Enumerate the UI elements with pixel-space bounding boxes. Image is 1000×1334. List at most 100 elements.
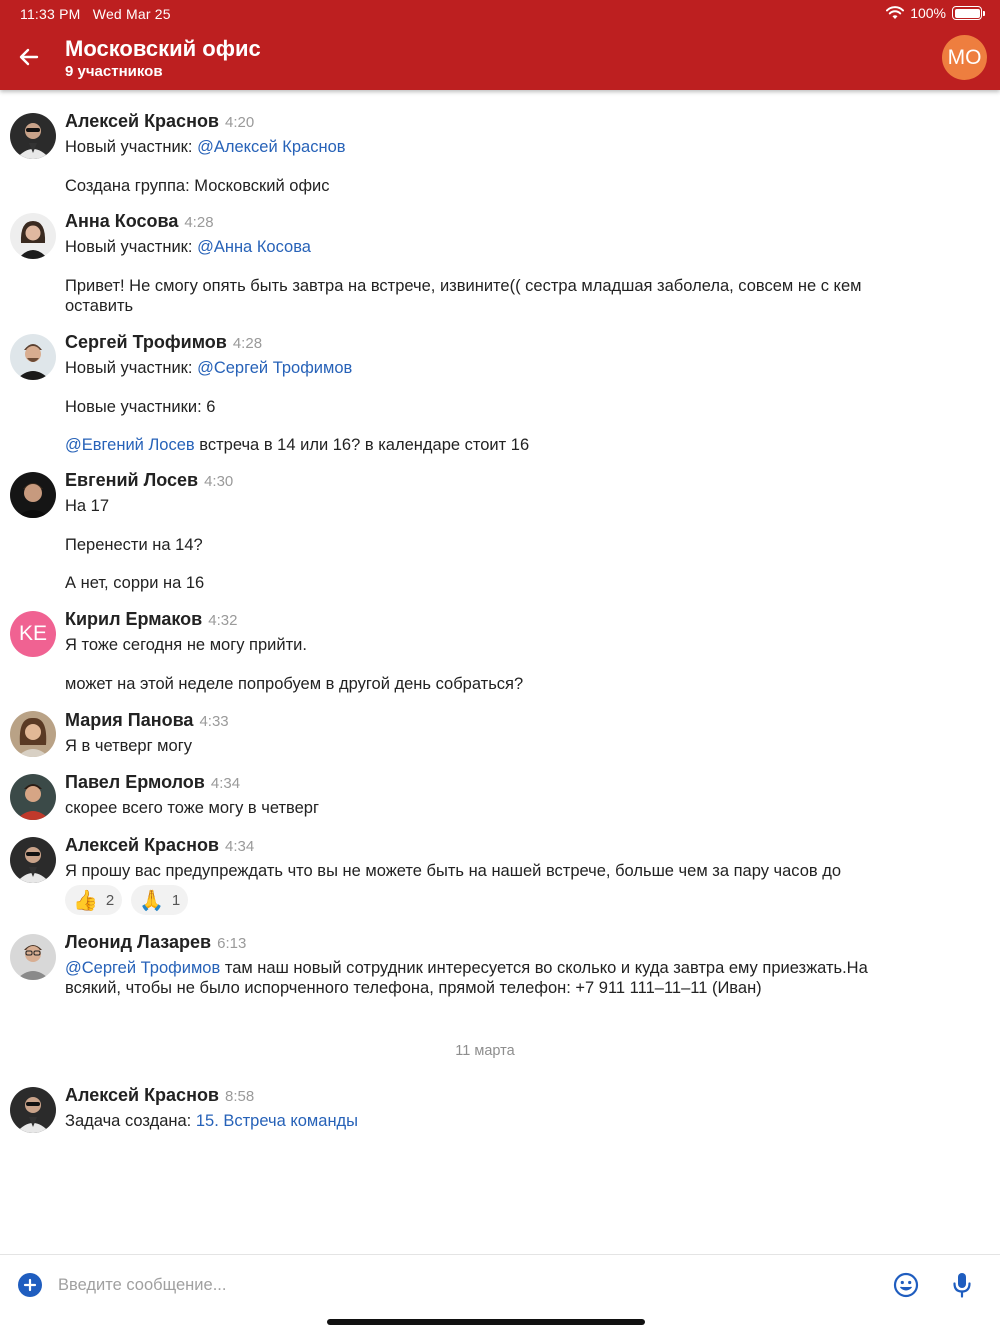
text-body: встреча в 14 или 16? в календаре стоит 1… [194, 436, 530, 454]
sender-name[interactable]: Алексей Краснов 4:20 [65, 111, 254, 132]
user-photo-icon [10, 934, 56, 980]
avatar[interactable] [10, 213, 56, 259]
sender-name[interactable]: Леонид Лазарев 6:13 [65, 932, 246, 953]
avatar[interactable] [10, 1087, 56, 1133]
message-text: Создана группа: Московский офис [65, 177, 330, 195]
user-photo-icon [10, 334, 56, 380]
message-text: Привет! Не смогу опять быть завтра на вс… [65, 277, 862, 315]
group-avatar[interactable]: МО [942, 35, 987, 80]
add-attachment-button[interactable] [18, 1273, 42, 1297]
message-time: 4:32 [208, 612, 238, 629]
emoji-button[interactable] [893, 1272, 919, 1298]
avatar[interactable] [10, 711, 56, 757]
message-text: @Евгений Лосев встреча в 14 или 16? в ка… [65, 435, 925, 455]
message-text: А нет, сорри на 16 [65, 574, 205, 592]
message-time: 4:34 [210, 775, 241, 792]
message-time: 4:30 [204, 473, 234, 490]
mention-link[interactable]: @Сергей Трофимов [197, 359, 352, 377]
mention-link[interactable]: @Алексей Краснов [197, 138, 345, 156]
plus-circle-icon [23, 1278, 37, 1292]
message-input[interactable] [58, 1272, 858, 1298]
avatar[interactable] [10, 934, 56, 980]
text-prefix: Задача создана: [65, 1112, 196, 1130]
sender-name[interactable]: Анна Косова 4:28 [65, 211, 214, 232]
sender-name[interactable]: Павел Ермолов 4:34 [65, 772, 240, 793]
message-time: 4:28 [232, 335, 263, 352]
message-text: Новый участник: @Анна Косова [65, 237, 925, 257]
status-indicators: 100% [886, 5, 985, 21]
sender-label: Кирил Ермаков [65, 609, 203, 629]
status-bar: 11:33 PM Wed Mar 25 100% [0, 0, 1000, 28]
message-time: 4:34 [225, 838, 255, 855]
mention-link[interactable]: @Евгений Лосев [65, 436, 195, 454]
reaction-thumbs-up[interactable]: 👍 2 [65, 885, 123, 915]
task-link[interactable]: 15. Встреча команды [196, 1112, 358, 1130]
text-prefix: Новый участник: [65, 138, 198, 156]
reaction-count: 1 [171, 891, 181, 909]
avatar[interactable] [10, 334, 56, 380]
wifi-icon [886, 6, 905, 19]
message-text: скорее всего тоже могу в четверг [65, 799, 319, 817]
user-photo-icon [10, 1087, 56, 1133]
avatar[interactable] [10, 472, 56, 518]
reaction-pray[interactable]: 🙏 1 [131, 885, 189, 915]
sender-label: Алексей Краснов [65, 1085, 220, 1105]
arrow-left-icon [19, 48, 39, 66]
sender-label: Анна Косова [65, 211, 179, 231]
sender-name[interactable]: Сергей Трофимов 4:28 [65, 332, 262, 353]
sender-label: Алексей Краснов [65, 111, 220, 131]
message-text: @Сергей Трофимов там наш новый сотрудник… [65, 958, 905, 998]
text-prefix: Новый участник: [65, 238, 198, 256]
message-text: Я тоже сегодня не могу прийти. [65, 636, 307, 654]
pray-hands-icon: 🙏 [139, 889, 164, 912]
date-text: Wed Mar 25 [92, 6, 171, 22]
date-divider: 11 марта [455, 1043, 515, 1059]
status-time: 11:33 PM Wed Mar 25 [20, 6, 171, 22]
battery-percent: 100% [910, 5, 946, 21]
text-prefix: Новый участник: [65, 359, 198, 377]
sender-label: Евгений Лосев [65, 470, 199, 490]
sender-label: Сергей Трофимов [65, 332, 227, 352]
message-text: Я прошу вас предупреждать что вы не може… [65, 862, 842, 880]
battery-icon [952, 6, 985, 20]
message-time: 8:58 [225, 1088, 255, 1105]
sender-name[interactable]: Евгений Лосев 4:30 [65, 470, 233, 491]
avatar[interactable] [10, 837, 56, 883]
user-photo-icon [10, 113, 56, 159]
message-text: может на этой неделе попробуем в другой … [65, 675, 524, 693]
sender-label: Павел Ермолов [65, 772, 205, 792]
message-text: Я в четверг могу [65, 737, 192, 755]
app-header: 11:33 PM Wed Mar 25 100% Московский офис… [0, 0, 1000, 90]
sender-label: Алексей Краснов [65, 835, 220, 855]
sender-name[interactable]: Кирил Ермаков 4:32 [65, 609, 237, 630]
sender-name[interactable]: Алексей Краснов 4:34 [65, 835, 254, 856]
mention-link[interactable]: @Сергей Трофимов [65, 959, 220, 977]
back-button[interactable] [12, 40, 46, 74]
sender-name[interactable]: Алексей Краснов 8:58 [65, 1085, 254, 1106]
message-text: Перенести на 14? [65, 536, 203, 554]
participants-count[interactable]: 9 участников [65, 63, 163, 80]
message-time: 4:20 [225, 114, 255, 131]
avatar[interactable] [10, 774, 56, 820]
sender-label: Мария Панова [65, 710, 194, 730]
user-photo-icon [10, 837, 56, 883]
microphone-icon [953, 1273, 971, 1298]
message-text: Новые участники: 6 [65, 398, 216, 416]
clock-text: 11:33 PM [20, 6, 81, 22]
user-photo-icon [10, 472, 56, 518]
message-time: 4:28 [184, 214, 214, 231]
voice-message-button[interactable] [950, 1271, 974, 1299]
mention-link[interactable]: @Анна Косова [197, 238, 311, 256]
message-text: На 17 [65, 497, 110, 515]
chat-title[interactable]: Московский офис [65, 36, 261, 62]
message-time: 4:33 [199, 713, 229, 730]
user-photo-icon [10, 213, 56, 259]
sender-name[interactable]: Мария Панова 4:33 [65, 710, 229, 731]
smiley-icon [893, 1272, 919, 1298]
avatar[interactable]: KE [10, 611, 56, 657]
thumbs-up-icon: 👍 [73, 889, 98, 912]
user-photo-icon [10, 774, 56, 820]
reaction-count: 2 [105, 891, 115, 909]
sender-label: Леонид Лазарев [65, 932, 212, 952]
avatar[interactable] [10, 113, 56, 159]
